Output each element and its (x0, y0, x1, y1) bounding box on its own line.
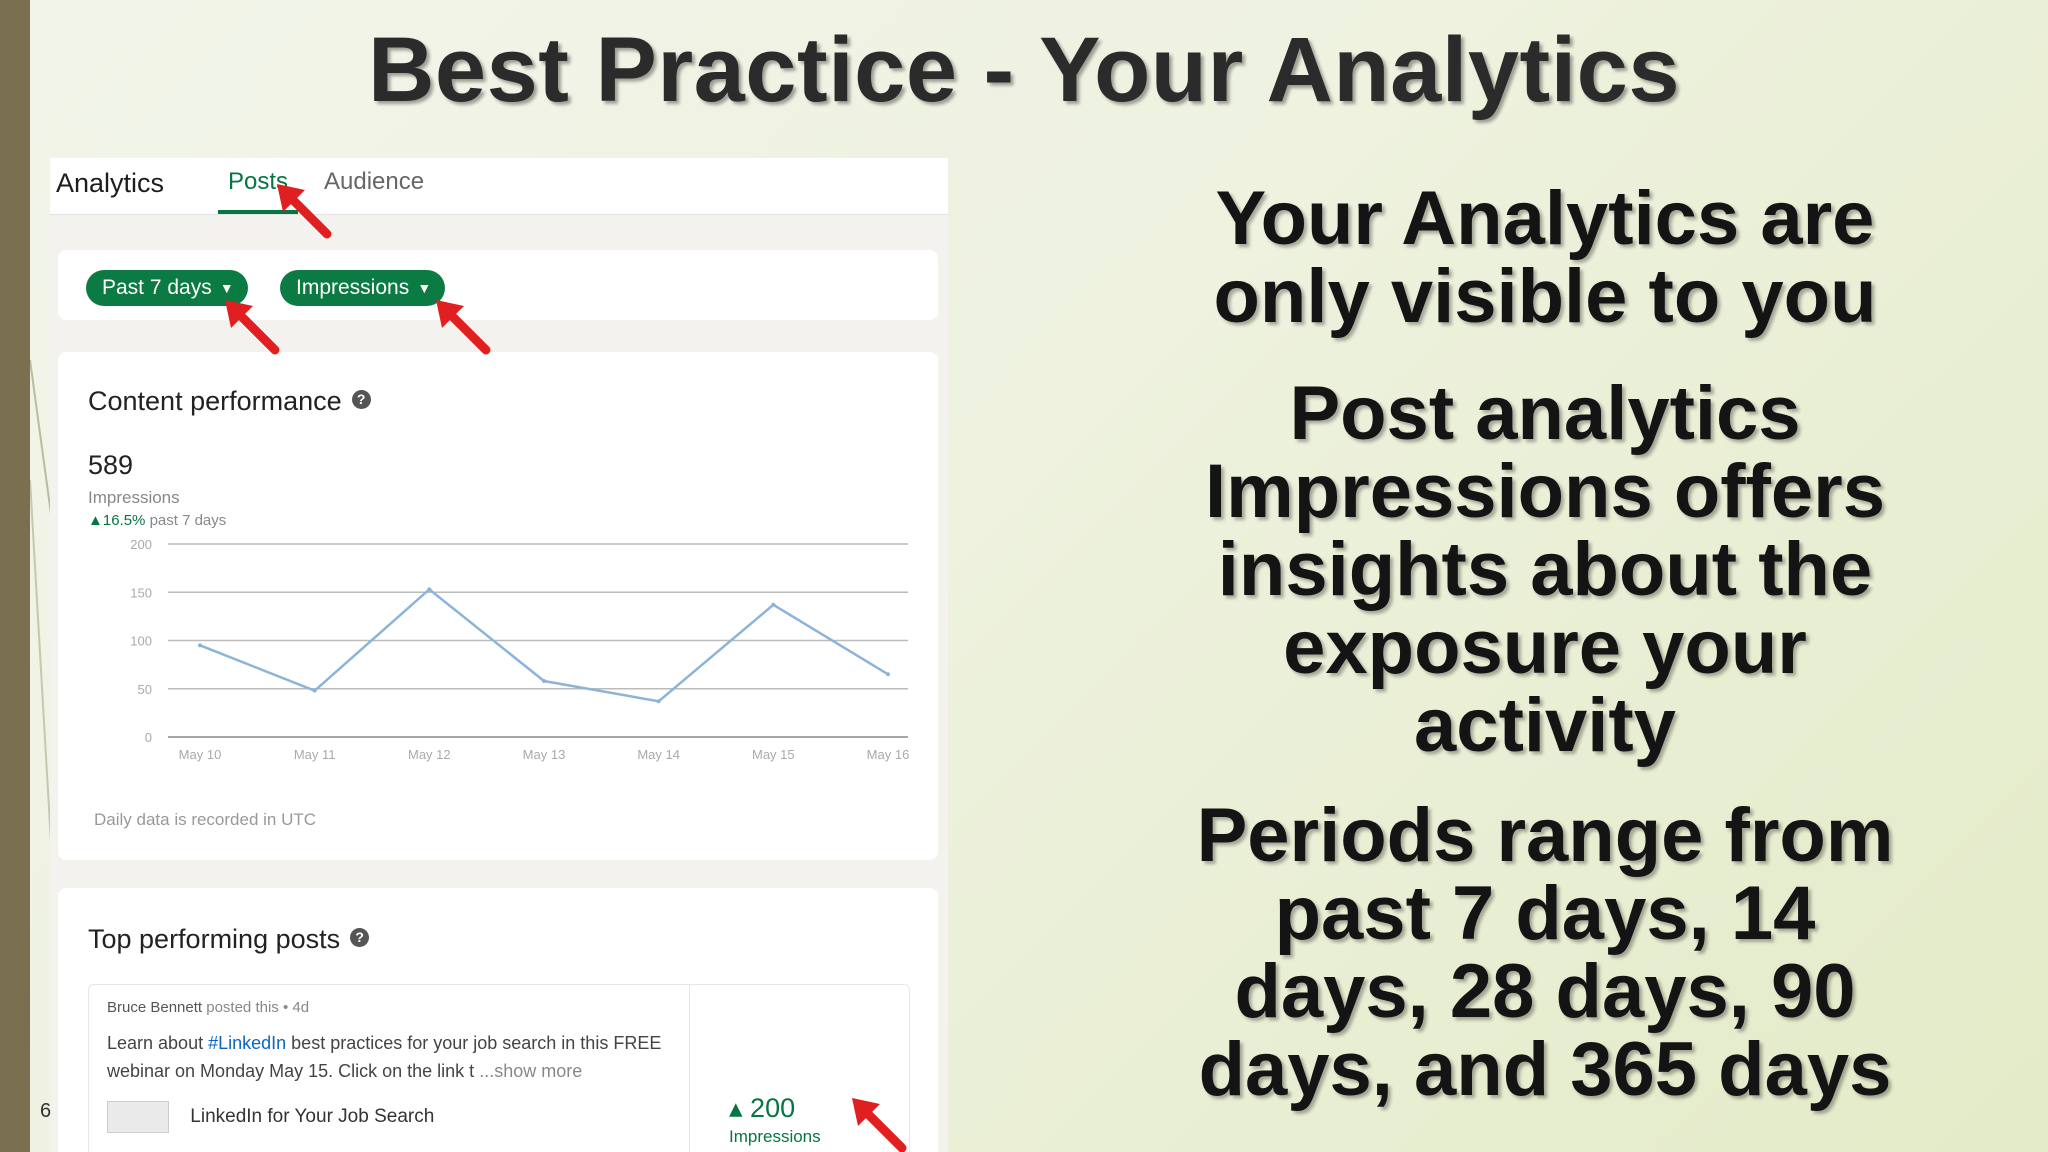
content-performance-card: Content performance? 589 Impressions ▲16… (58, 352, 938, 860)
x-tick-label: May 10 (179, 747, 222, 762)
card-title: Top performing posts? (88, 924, 370, 955)
data-point[interactable] (542, 679, 546, 684)
x-tick-label: May 15 (752, 747, 795, 762)
post-text: Learn about #LinkedIn best practices for… (107, 1029, 667, 1085)
link-title: LinkedIn for Your Job Search (190, 1106, 435, 1128)
post-link-preview[interactable]: LinkedIn for Your Job Search (107, 1101, 434, 1133)
side-accent-bar (0, 0, 30, 1152)
post-impressions-label: Impressions (729, 1127, 821, 1146)
x-tick-label: May 11 (294, 747, 336, 762)
y-tick-label: 50 (138, 682, 152, 697)
y-tick-label: 150 (130, 585, 152, 600)
data-point[interactable] (771, 602, 776, 607)
analytics-tabbar: Analytics Posts Audience (50, 158, 948, 215)
post-impressions: ▴ 200 (729, 1093, 796, 1123)
arrow-annotation-icon (852, 1098, 907, 1152)
text-line: Periods range from (1196, 793, 1894, 878)
text-line: Post analytics (1289, 371, 1801, 456)
arrow-annotation-icon (225, 300, 280, 355)
y-tick-label: 200 (130, 537, 152, 552)
divider (689, 985, 690, 1152)
text-line: past 7 days, 14 (1274, 871, 1816, 956)
show-more-link[interactable]: ...show more (479, 1061, 582, 1081)
text-line: only visible to you (1213, 254, 1877, 339)
content-performance-title: Content performance (88, 386, 342, 416)
page-number: 6 (40, 1100, 52, 1122)
post-author[interactable]: Bruce Bennett (107, 999, 202, 1016)
total-impressions-label: Impressions (88, 488, 180, 507)
hashtag-link[interactable]: #LinkedIn (208, 1033, 286, 1053)
text-block-impressions: Post analytics Impressions offers insigh… (1115, 375, 1975, 765)
data-point[interactable] (886, 672, 890, 677)
text-block-visibility: Your Analytics are only visible to you (1115, 180, 1975, 336)
chart-footnote: Daily data is recorded in UTC (94, 810, 317, 829)
tab-audience[interactable]: Audience (324, 168, 424, 196)
text-block-periods: Periods range from past 7 days, 14 days,… (1115, 797, 1975, 1109)
text-line: Your Analytics are (1215, 176, 1875, 261)
text-line: Impressions offers (1205, 449, 1885, 534)
trend-period: past 7 days (149, 512, 227, 529)
x-tick-label: May 14 (637, 747, 680, 762)
impressions-line-chart: 0 50 100 150 200 May 10 May 11 May 12 May 13 May … (130, 537, 910, 762)
analytics-heading: Analytics (56, 168, 165, 198)
post-time: posted this • 4d (206, 999, 310, 1016)
analytics-screenshot: Analytics Posts Audience Past 7 days ▼ I… (50, 158, 948, 1152)
metric-dropdown[interactable]: Impressions ▼ (280, 270, 446, 306)
help-icon[interactable]: ? (351, 390, 371, 410)
help-icon[interactable]: ? (350, 928, 370, 948)
link-thumbnail (107, 1101, 169, 1133)
post-text-start: Learn about (107, 1033, 209, 1053)
data-point[interactable] (427, 587, 432, 592)
y-tick-label: 0 (145, 730, 152, 745)
metric-label: Impressions (296, 276, 410, 299)
y-tick-label: 100 (130, 634, 152, 649)
text-line: insights about the (1217, 527, 1873, 612)
impressions-series-line (199, 587, 889, 703)
text-line: days, 28 days, 90 (1234, 949, 1856, 1034)
card-title: Content performance? (88, 386, 371, 417)
top-posts-card: Top performing posts? Bruce Bennett post… (58, 888, 938, 1152)
top-post-item[interactable]: Bruce Bennett posted this • 4d Learn abo… (88, 984, 910, 1152)
data-point[interactable] (656, 699, 661, 704)
arrow-annotation-icon (436, 300, 491, 355)
trend-percent: ▲16.5% (88, 512, 146, 529)
text-line: days, and 365 days (1198, 1027, 1892, 1112)
chevron-down-icon: ▼ (417, 280, 432, 296)
data-point[interactable] (198, 643, 202, 648)
text-line: activity (1414, 683, 1676, 768)
data-point[interactable] (312, 688, 317, 693)
x-tick-label: May 13 (523, 747, 566, 762)
arrow-annotation-icon (277, 184, 332, 239)
filter-bar: Past 7 days ▼ Impressions ▼ (58, 250, 938, 320)
top-posts-title: Top performing posts (88, 924, 341, 954)
total-impressions: 589 (88, 450, 134, 480)
x-tick-label: May 16 (867, 747, 910, 762)
text-line: exposure your (1283, 605, 1807, 690)
period-label: Past 7 days (102, 276, 212, 299)
slide-title: Best Practice - Your Analytics (367, 19, 1681, 121)
post-meta: Bruce Bennett posted this • 4d (107, 999, 309, 1016)
x-tick-label: May 12 (408, 747, 451, 762)
trend-indicator: ▲16.5% past 7 days (88, 512, 226, 529)
